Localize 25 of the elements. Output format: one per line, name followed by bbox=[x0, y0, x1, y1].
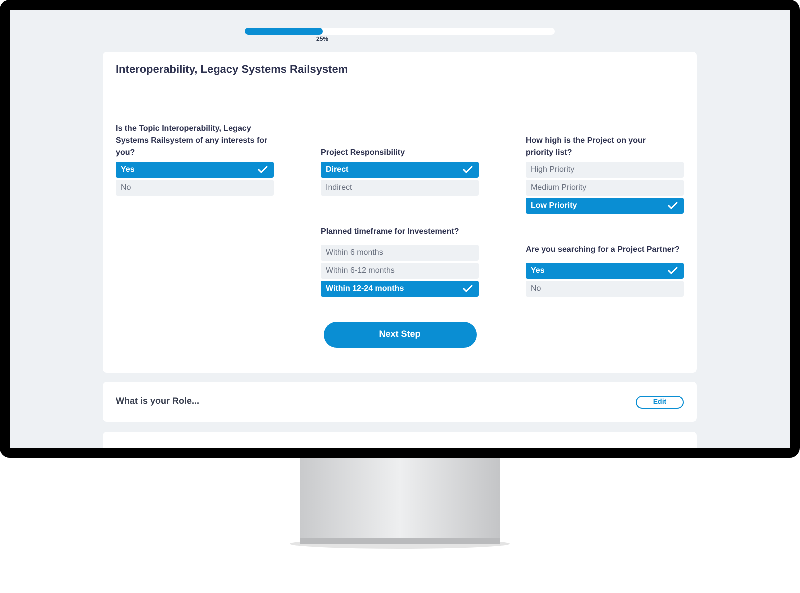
question-label: Planned timeframe for Investement? bbox=[321, 226, 460, 236]
card-title: Interoperability, Legacy Systems Railsystem bbox=[116, 63, 350, 78]
answer-option[interactable]: Indirect bbox=[321, 180, 479, 196]
next-step-button[interactable]: Next Step bbox=[324, 322, 476, 348]
answer-option[interactable]: No bbox=[116, 180, 274, 196]
check-icon bbox=[257, 164, 269, 176]
answer-option[interactable]: Within 6-12 months bbox=[321, 262, 479, 278]
answer-option[interactable]: Medium Priority bbox=[526, 180, 684, 196]
answer-option[interactable]: Yes bbox=[526, 262, 684, 278]
question-label: Is the Topic Interoperability, Legacy Systems Railsystem of any interests for you? bbox=[116, 122, 269, 158]
question-label: Are you searching for a Project Partner? bbox=[526, 244, 680, 254]
answer-option[interactable]: Yes bbox=[116, 162, 274, 178]
check-icon bbox=[667, 264, 679, 276]
answer-option[interactable]: High Priority bbox=[526, 162, 684, 178]
answer-option[interactable]: Within 6 months bbox=[321, 244, 479, 260]
check-icon bbox=[667, 200, 679, 212]
question-label: Project Responsibility bbox=[321, 146, 406, 158]
answer-option[interactable]: Direct bbox=[321, 162, 479, 178]
answer-option[interactable]: Within 12-24 months bbox=[321, 280, 479, 296]
section-title: What is your Role... bbox=[116, 395, 200, 408]
answer-option[interactable]: No bbox=[526, 280, 684, 296]
question-label: How high is the Project on your priority list? bbox=[526, 134, 648, 158]
check-icon bbox=[462, 282, 474, 294]
answer-option[interactable]: Low Priority bbox=[526, 198, 684, 214]
check-icon bbox=[462, 164, 474, 176]
